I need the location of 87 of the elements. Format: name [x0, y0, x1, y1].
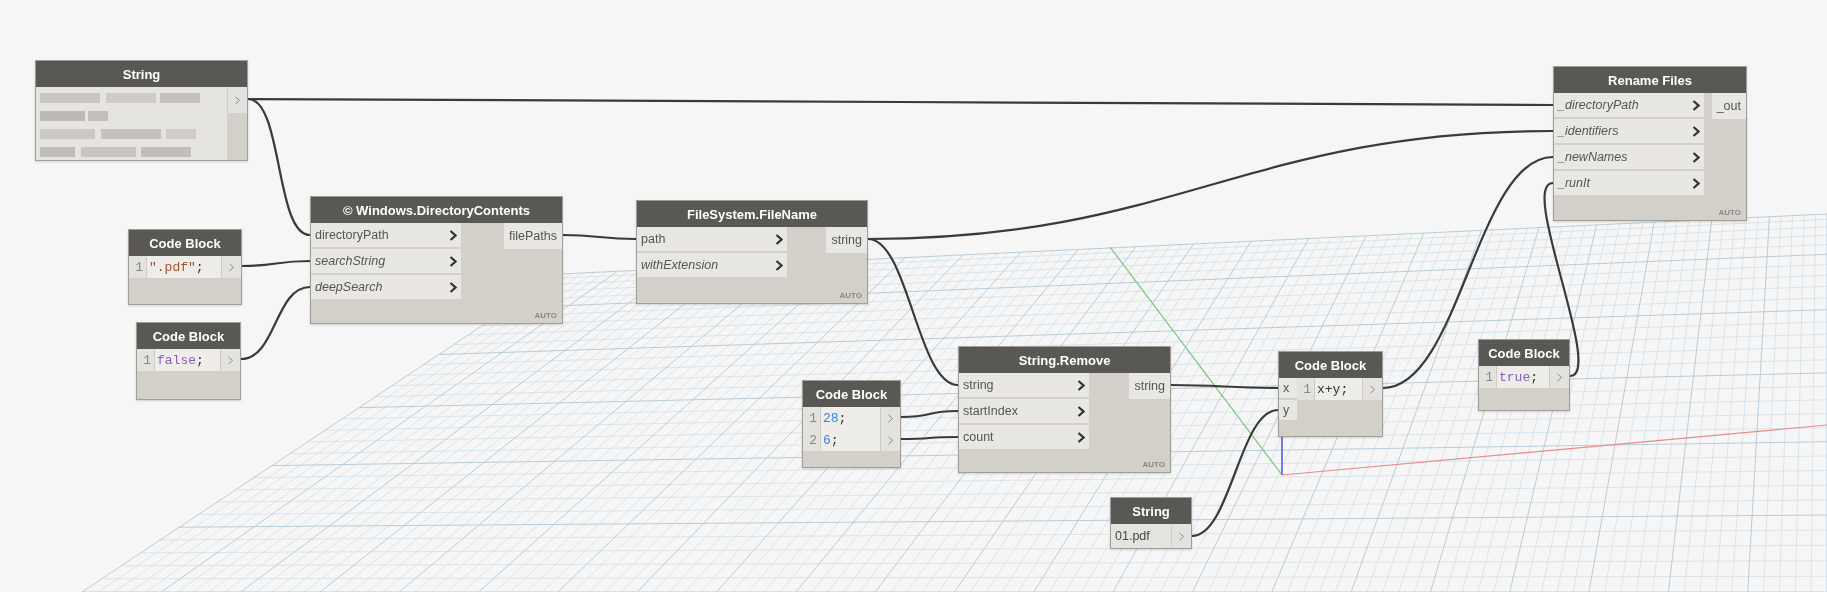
node-title: FileSystem.FileName	[637, 201, 867, 227]
input-port[interactable]: _newNames	[1554, 145, 1704, 171]
lacing-label: AUTO	[1142, 460, 1165, 469]
line-number: 1	[129, 256, 146, 278]
node-title: String.Remove	[959, 347, 1170, 373]
chevron-icon	[234, 95, 241, 105]
input-port[interactable]: _runIt	[1554, 171, 1704, 197]
output-port[interactable]: string	[826, 227, 867, 253]
connector-wire[interactable]	[242, 259, 310, 268]
node-title: Code Block	[137, 323, 240, 349]
chevron-icon	[1556, 372, 1563, 382]
input-port[interactable]: x	[1279, 378, 1297, 400]
input-port[interactable]: searchString	[311, 249, 461, 275]
chevron-icon	[1692, 125, 1700, 137]
output-port[interactable]: _out	[1711, 93, 1746, 119]
node-card[interactable]: FileSystem.FileName path withExtension string AUTO	[636, 200, 868, 304]
input-port[interactable]: count	[959, 425, 1089, 451]
chevron-icon	[227, 355, 234, 365]
node-title: Rename Files	[1554, 67, 1746, 93]
code-text[interactable]: ".pdf";	[146, 256, 221, 278]
connector-wire[interactable]	[901, 435, 958, 441]
connector-wire[interactable]	[248, 97, 1553, 107]
node-title: String	[36, 61, 247, 87]
input-port[interactable]: _identifiers	[1554, 119, 1704, 145]
input-port[interactable]: path	[637, 227, 787, 253]
chevron-icon	[775, 259, 783, 271]
connector-wire[interactable]	[247, 97, 311, 237]
connector-wire[interactable]	[901, 409, 958, 419]
chevron-icon	[449, 255, 457, 267]
node-card[interactable]: Code Block 1 28; 2 6;	[802, 380, 901, 468]
chevron-icon	[449, 229, 457, 241]
lacing-label: AUTO	[1718, 208, 1741, 217]
connector-wire[interactable]	[1171, 383, 1278, 390]
chevron-icon	[775, 233, 783, 245]
line-number: 1	[803, 407, 820, 429]
output-port[interactable]: string	[1129, 373, 1170, 399]
input-port[interactable]: directoryPath	[311, 223, 461, 249]
code-text[interactable]: 6;	[820, 429, 880, 451]
line-number: 1	[1479, 366, 1496, 388]
lacing-label: AUTO	[534, 311, 557, 320]
chevron-icon	[1077, 379, 1085, 391]
node-title: © Windows.DirectoryContents	[311, 197, 562, 223]
node-card[interactable]: Code Block 1 false;	[136, 322, 241, 400]
line-number: 2	[803, 429, 820, 451]
node-title: Code Block	[129, 230, 241, 256]
node-title: String	[1111, 498, 1191, 524]
lacing-label: AUTO	[839, 291, 862, 300]
code-text[interactable]: true;	[1496, 366, 1549, 388]
node-card[interactable]: Code Block 1 ".pdf";	[128, 229, 242, 305]
node-card[interactable]: Code Block 1 true;	[1478, 339, 1570, 411]
chevron-icon	[1692, 99, 1700, 111]
code-text[interactable]: false;	[154, 349, 220, 371]
node-card[interactable]: String.Remove string startIndex count string AUTO	[958, 346, 1171, 473]
code-text[interactable]: x+y;	[1314, 378, 1362, 400]
chevron-icon	[1692, 151, 1700, 163]
node-title: Code Block	[1479, 340, 1569, 366]
node-card[interactable]: Code Block x y 1 x+y;	[1278, 351, 1383, 437]
chevron-icon	[887, 435, 894, 445]
node-card[interactable]: String	[35, 60, 248, 161]
line-number: 1	[1297, 378, 1314, 400]
input-port[interactable]: string	[959, 373, 1089, 399]
output-port[interactable]: filePaths	[504, 223, 562, 249]
input-port[interactable]: startIndex	[959, 399, 1089, 425]
connector-wire[interactable]	[867, 237, 959, 387]
node-card[interactable]: Rename Files _directoryPath _identifiers _newNames _runIt _out AUTO	[1553, 66, 1747, 221]
chevron-icon	[1178, 531, 1185, 541]
chevron-icon	[887, 413, 894, 423]
input-port[interactable]: deepSearch	[311, 275, 461, 301]
chevron-icon	[228, 262, 235, 272]
chevron-icon	[449, 281, 457, 293]
connector-wire[interactable]	[563, 233, 636, 241]
connector-wire[interactable]	[240, 285, 311, 361]
node-title: Code Block	[1279, 352, 1382, 378]
chevron-icon	[1369, 384, 1376, 394]
chevron-icon	[1077, 431, 1085, 443]
connector-wire[interactable]	[1191, 408, 1279, 538]
input-port[interactable]: withExtension	[637, 253, 787, 279]
node-card[interactable]: © Windows.DirectoryContents directoryPath searchString deepSearch filePaths AUTO	[310, 196, 563, 324]
input-port[interactable]: _directoryPath	[1554, 93, 1704, 119]
input-port[interactable]: y	[1279, 400, 1297, 422]
chevron-icon	[1692, 177, 1700, 189]
line-number: 1	[137, 349, 154, 371]
code-text[interactable]: 28;	[820, 407, 880, 429]
node-card[interactable]: String 01.pdf	[1110, 497, 1192, 549]
string-value[interactable]: 01.pdf	[1111, 524, 1171, 548]
node-title: Code Block	[803, 381, 900, 407]
chevron-icon	[1077, 405, 1085, 417]
